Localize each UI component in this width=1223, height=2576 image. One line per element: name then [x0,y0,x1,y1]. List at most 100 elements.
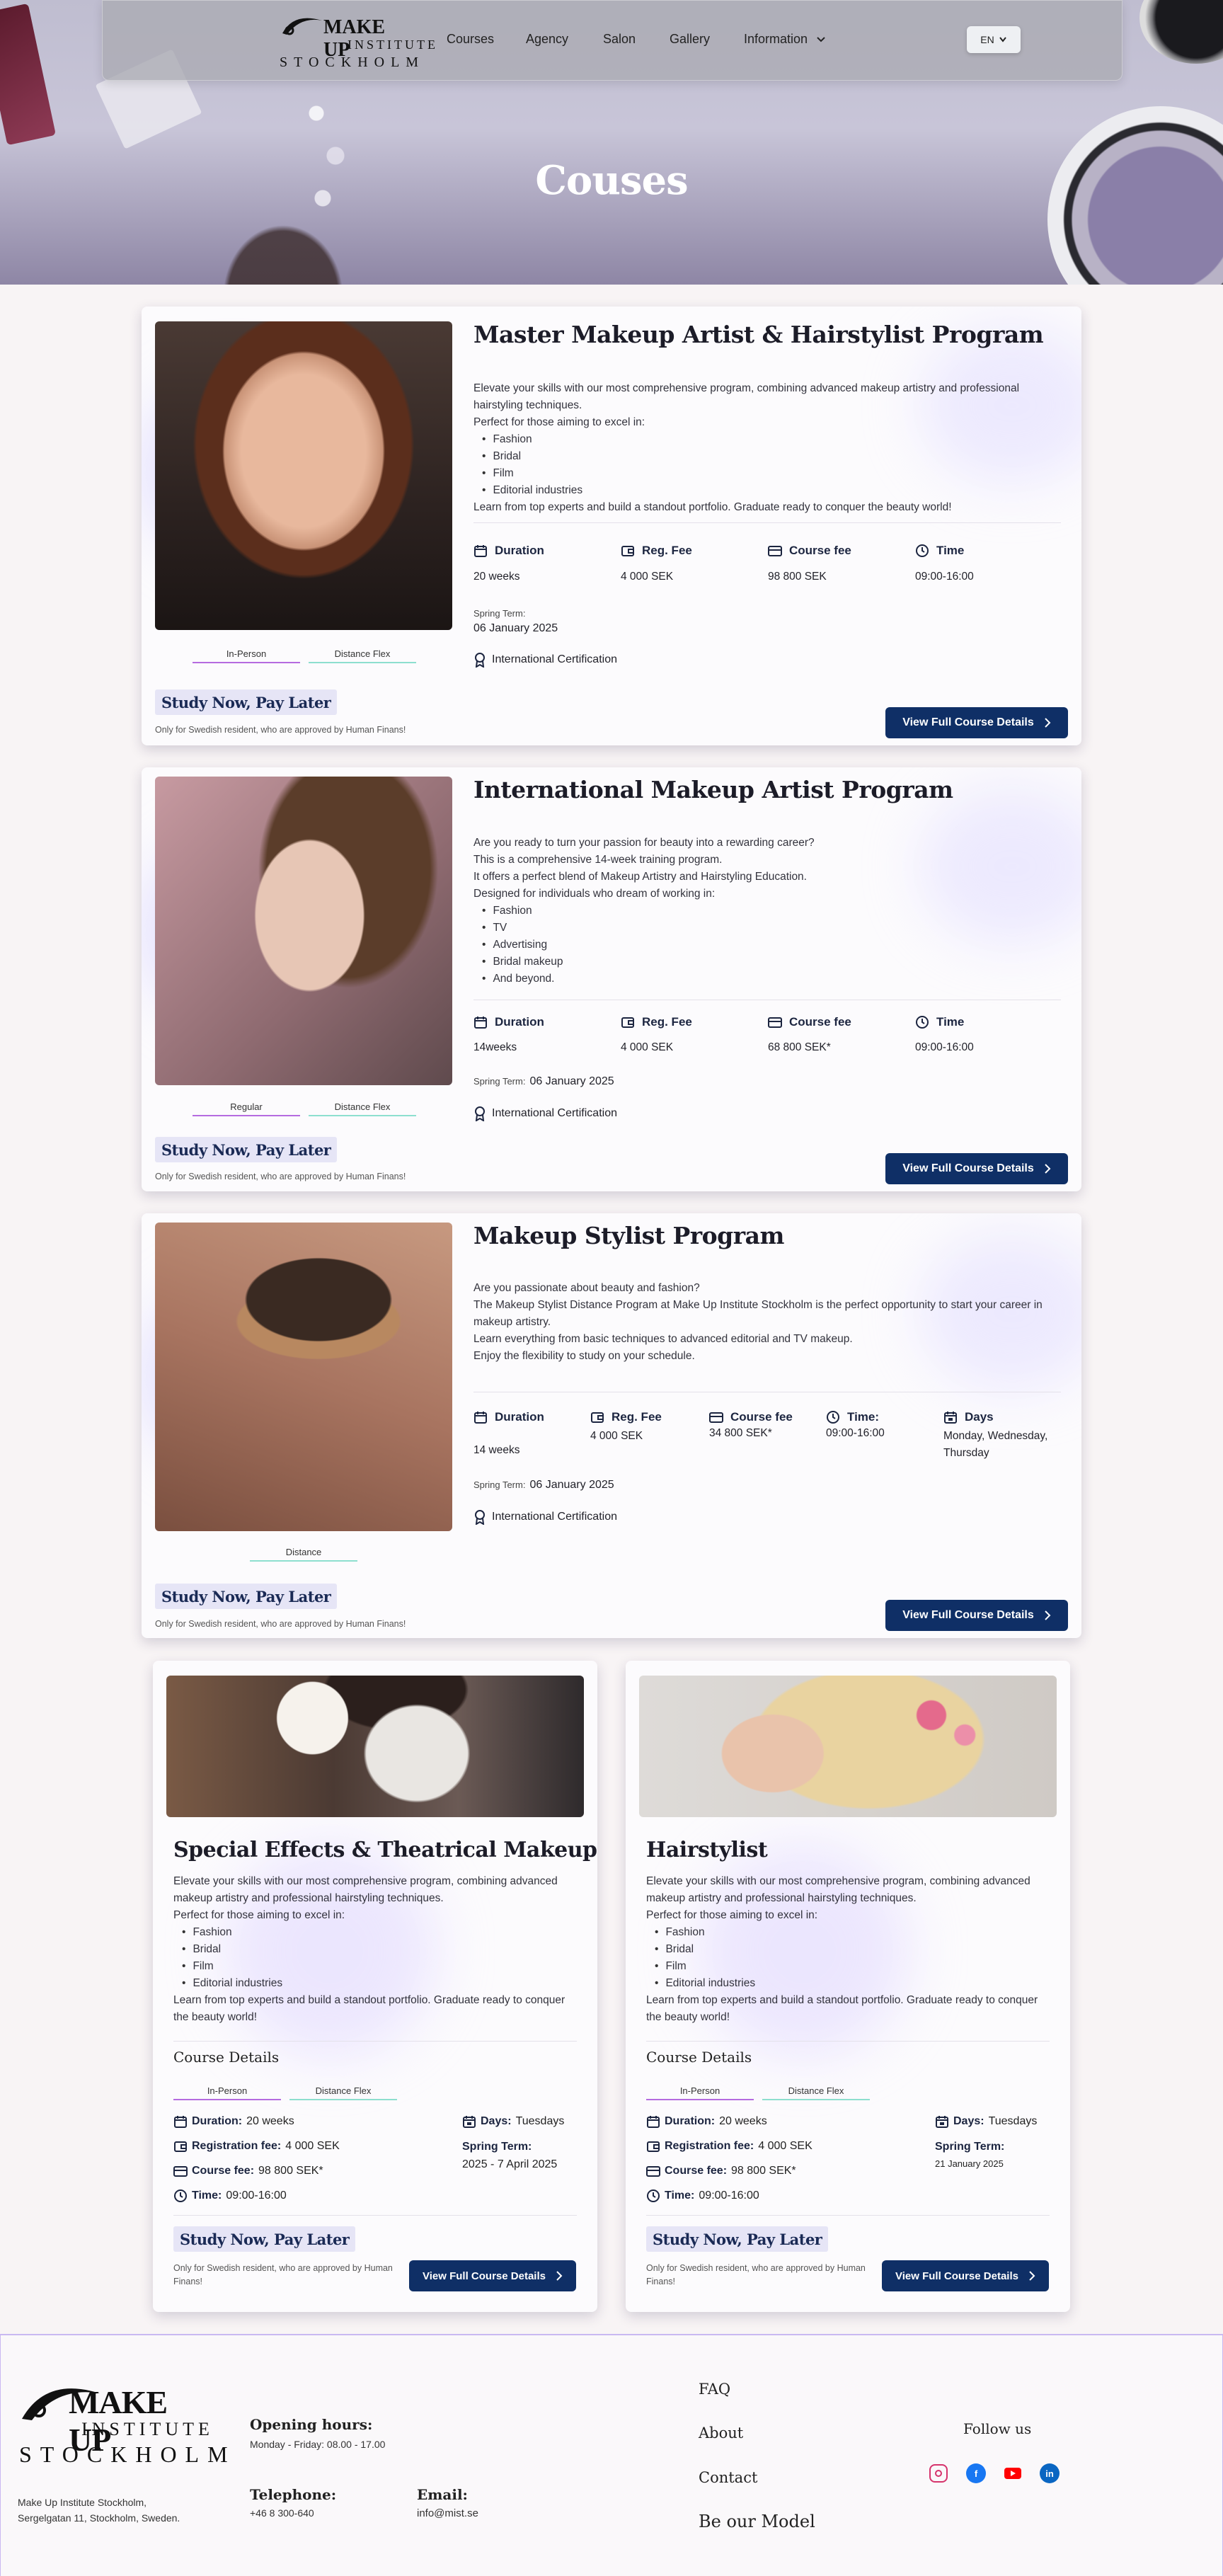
list-item: Fashion [182,1924,577,1941]
stat-label: Reg. Fee [642,544,692,557]
instagram-icon[interactable] [929,2464,948,2483]
nav-information[interactable]: Information [744,32,826,47]
stat-time: Time [915,544,964,558]
list-item: TV [482,920,1040,937]
stat-duration: Duration [473,1015,544,1029]
logo-line-2: INSTITUTE [348,38,438,52]
detail-time: Time: 09:00-16:00 [646,2189,759,2203]
top-navigation: MAKE UP INSTITUTE STOCKHOLM Courses Agen… [102,0,1122,81]
chevron-right-icon [1045,1164,1051,1174]
chevron-right-icon [1045,1610,1051,1620]
bullet-list: Fashion Bridal Film Editorial industries [473,431,1040,499]
detail-value: 98 800 SEK* [731,2165,796,2177]
chevron-down-icon [817,36,825,42]
stat-duration: Duration [473,544,544,558]
award-icon [473,1106,486,1121]
detail-duration: Duration: 20 weeks [173,2114,294,2129]
nav-salon[interactable]: Salon [603,32,636,47]
calendar-days-icon [943,1410,958,1424]
language-selector[interactable]: EN [967,26,1021,53]
description-line: Perfect for those aiming to excel in: [173,1909,345,1921]
certification-label: International Certification [492,1511,617,1523]
footer-link-faq[interactable]: FAQ [699,2381,730,2398]
description-line: Learn from top experts and build a stand… [173,1994,565,2023]
term-value: 06 January 2025 [529,1075,614,1087]
facebook-icon[interactable]: f [966,2463,986,2483]
linkedin-icon[interactable]: in [1040,2463,1060,2483]
course-photo [166,1676,584,1817]
description-line: Elevate your skills with our most compre… [646,1875,1030,1904]
nav-agency[interactable]: Agency [526,32,568,47]
tag-distance-flex: Distance Flex [309,1101,416,1116]
stat-label: Course fee [789,544,851,557]
nav-courses[interactable]: Courses [447,32,494,47]
certification: International Certification [473,1509,617,1525]
detail-value: Tuesdays [515,2115,565,2127]
course-title: Master Makeup Artist & Hairstylist Progr… [473,321,1044,348]
phone-value[interactable]: +46 8 300-640 [250,2507,314,2519]
stat-time: Time: [826,1410,879,1424]
button-label: View Full Course Details [902,1609,1034,1621]
stat-reg-fee: Reg. Fee [590,1410,662,1424]
detail-registration-fee: Registration fee: 4 000 SEK [173,2139,340,2153]
fine-print: Only for Swedish resident, who are appro… [646,2263,866,2286]
detail-label: Registration fee: [665,2140,754,2152]
course-title: Makeup Stylist Program [473,1222,784,1249]
footer-link-about[interactable]: About [699,2425,743,2442]
stat-value: 98 800 SEK [768,571,827,583]
clock-icon [173,2189,188,2203]
address-line: Make Up Institute Stockholm, [18,2497,147,2508]
term-row: Spring Term: 06 January 2025 [473,1075,614,1088]
view-course-details-button[interactable]: View Full Course Details [409,2260,576,2291]
button-label: View Full Course Details [902,1162,1034,1174]
page-title: Couses [535,157,688,204]
term-value: 06 January 2025 [529,1479,614,1491]
clock-icon [826,1410,840,1424]
stat-days: Days [943,1410,994,1424]
stat-value: 09:00-16:00 [915,571,974,583]
view-course-details-button[interactable]: View Full Course Details [885,1153,1068,1184]
course-photo [155,777,452,1085]
list-item: Editorial industries [655,1975,1050,1992]
course-card: Makeup Stylist Program Are you passionat… [142,1213,1081,1638]
course-description: Elevate your skills with our most compre… [473,380,1040,516]
description-line: Are you passionate about beauty and fash… [473,1282,700,1294]
stat-time: Time [915,1015,964,1029]
fine-print: Only for Swedish resident, who are appro… [155,1619,406,1629]
list-item: Advertising [482,937,1040,954]
term-label: Spring Term: [935,2141,1005,2153]
list-item: Bridal [482,448,1040,465]
course-photo [155,1223,452,1531]
brand-logo[interactable]: MAKE UP INSTITUTE STOCKHOLM [280,11,435,76]
pay-later-badge: Study Now, Pay Later [155,1137,338,1162]
detail-value: 4 000 SEK [758,2140,813,2152]
youtube-icon[interactable] [1003,2463,1023,2483]
stat-label: Time [936,1015,965,1029]
lipstick-decor [0,3,56,146]
view-course-details-button[interactable]: View Full Course Details [882,2260,1049,2291]
description-line: Learn from top experts and build a stand… [473,501,952,513]
calendar-icon [173,2114,188,2129]
view-course-details-button[interactable]: View Full Course Details [885,1600,1068,1631]
card-icon [768,1015,782,1029]
footer-link-contact[interactable]: Contact [699,2469,757,2486]
hours-heading: Opening hours: [250,2416,373,2433]
term-label: Spring Term: [462,2141,532,2153]
stat-reg-fee: Reg. Fee [621,1015,692,1029]
detail-value: 98 800 SEK* [258,2165,323,2177]
detail-label: Days: [481,2115,512,2127]
footer-link-be-our-model[interactable]: Be our Model [699,2512,815,2531]
view-course-details-button[interactable]: View Full Course Details [885,707,1068,738]
nav-gallery[interactable]: Gallery [670,32,710,47]
tag-regular: Regular [193,1101,300,1116]
button-label: View Full Course Details [423,2269,546,2282]
email-value[interactable]: info@mist.se [417,2507,478,2519]
award-icon [473,652,486,668]
course-card: Special Effects & Theatrical Makeup Elev… [153,1661,597,2312]
divider [173,2215,577,2216]
site-footer: MAKE UP INSTITUTE STOCKHOLM Make Up Inst… [0,2334,1223,2576]
term-value: 06 January 2025 [473,622,558,634]
list-item: Film [182,1958,577,1975]
footer-logo[interactable]: MAKE UP INSTITUTE STOCKHOLM [18,2381,228,2467]
list-item: Fashion [482,431,1040,448]
